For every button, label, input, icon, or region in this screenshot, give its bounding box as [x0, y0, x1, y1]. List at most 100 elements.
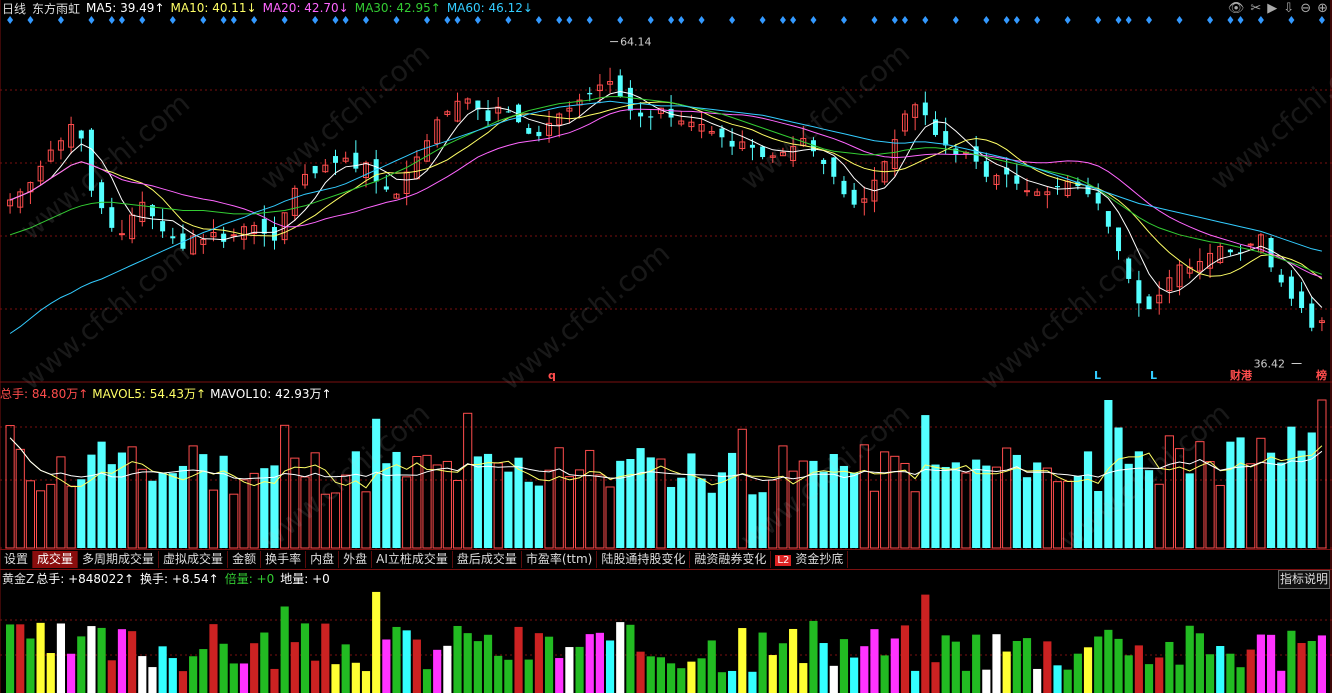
signal-diamond: [230, 16, 237, 24]
indicator-bar: [77, 636, 86, 693]
volume-bar: [626, 459, 635, 548]
indicator-bar: [1317, 635, 1326, 693]
signal-diamond: [118, 16, 125, 24]
candle-body: [505, 111, 511, 113]
volume-bar: [534, 485, 543, 548]
event-marker: L: [1150, 369, 1157, 382]
indicator-bar: [1083, 647, 1093, 693]
volume-bar: [1266, 452, 1276, 548]
indicator-bar: [738, 628, 747, 693]
indicator-bar: [565, 647, 574, 693]
indicator-bar: [178, 671, 188, 693]
volume-bar: [1256, 437, 1266, 549]
tab-margin-change[interactable]: 融资融券变化: [690, 551, 772, 568]
signal-diamond: [983, 16, 990, 24]
volume-bar: [25, 480, 36, 549]
candle-body: [1278, 274, 1284, 283]
volume-bar: [452, 479, 463, 549]
indicator-bar: [453, 625, 462, 693]
indicator-bar: [1175, 664, 1184, 693]
candle-body: [617, 75, 623, 97]
indicator-turnover: 换手: +8.54↑: [140, 571, 219, 586]
indicator-bar: [189, 656, 198, 693]
tab-settings[interactable]: 设置: [0, 551, 34, 568]
l2-badge: L2: [775, 555, 792, 566]
tab-virtual-volume[interactable]: 虚拟成交量: [159, 551, 229, 568]
signal-diamond: [678, 16, 685, 24]
indicator-bar: [697, 658, 706, 693]
indicator-bar: [911, 670, 920, 693]
indicator-bar: [290, 642, 299, 693]
signal-diamond: [251, 16, 258, 24]
volume-bar: [66, 485, 76, 549]
indicator-bar: [463, 633, 472, 693]
tab-inner[interactable]: 内盘: [306, 551, 340, 568]
volume-bar: [432, 464, 442, 549]
tab-outer[interactable]: 外盘: [339, 551, 373, 568]
signal-diamond: [566, 16, 573, 24]
volume-bar: [707, 492, 716, 548]
tab-multi-period-volume[interactable]: 多周期成交量: [78, 551, 160, 568]
indicator-bar: [1155, 657, 1164, 693]
volume-bar: [208, 489, 219, 549]
volume-bar: [1154, 483, 1164, 549]
indicator-bar: [97, 627, 106, 693]
volume-bar: [564, 476, 574, 549]
indicator-bar: [758, 632, 767, 693]
event-marker: 榜: [1316, 368, 1327, 382]
indicator-bar: [1277, 670, 1286, 693]
candle-body: [526, 128, 532, 134]
tab-ai-volume[interactable]: AI立桩成交量: [372, 551, 453, 568]
indicator-bar: [585, 634, 594, 693]
signal-diamond: [891, 16, 898, 24]
candle-body: [1299, 291, 1305, 308]
volume-bar: [15, 448, 25, 549]
signal-diamond: [535, 16, 542, 24]
signal-diamond: [342, 16, 349, 24]
candle-body: [841, 180, 847, 195]
volume-bar: [667, 486, 676, 548]
volume-bar: [148, 480, 157, 548]
indicator-bar: [138, 656, 147, 693]
indicator-bar: [117, 629, 127, 693]
signal-diamond: [1125, 16, 1132, 24]
tab-volume[interactable]: 成交量: [33, 551, 79, 568]
indicator-bar: [1297, 643, 1306, 693]
indicator-bar: [311, 660, 320, 693]
indicator-bar: [687, 661, 696, 693]
volume-bar: [97, 441, 106, 548]
volume-bar: [951, 462, 960, 548]
indicator-bar: [504, 659, 513, 693]
indicator-bar: [555, 658, 564, 693]
tab-hk-connect[interactable]: 陆股通持股变化: [597, 551, 691, 568]
indicator-bar: [351, 662, 360, 693]
price-chart[interactable]: 64.14 36.42 q L L 财港 榜: [0, 0, 1332, 693]
candle-body: [831, 157, 837, 177]
volume-bar: [188, 445, 198, 549]
tab-turnover[interactable]: 换手率: [261, 551, 307, 568]
indicator-bar: [36, 622, 45, 693]
volume-bar: [504, 471, 513, 548]
candle-body: [943, 131, 949, 146]
indicator-tabs: 设置 成交量 多周期成交量 虚拟成交量 金额 换手率 内盘 外盘 AI立桩成交量…: [0, 549, 1332, 570]
signal-diamond: [1207, 16, 1214, 24]
indicator-bar: [1144, 664, 1154, 693]
volume-bar: [36, 490, 46, 549]
tab-fund-bottom[interactable]: L2 资金抄底: [771, 551, 849, 568]
tab-amount[interactable]: 金额: [228, 551, 262, 568]
signal-diamond: [901, 16, 908, 24]
signal-diamond: [139, 16, 146, 24]
volume-bar: [1287, 426, 1296, 548]
volume-bar: [900, 462, 910, 549]
volume-bar: [574, 469, 585, 549]
signal-diamond: [281, 16, 288, 24]
indicator-bar: [1236, 667, 1245, 693]
indicator-explain-button[interactable]: 指标说明: [1278, 570, 1330, 589]
tab-pe-ttm[interactable]: 市盈率(ttm): [522, 551, 598, 568]
volume-bar: [402, 476, 412, 549]
candle-body: [821, 159, 827, 164]
signal-diamond: [27, 16, 34, 24]
indicator-bar: [1073, 653, 1082, 693]
tab-after-hours-volume[interactable]: 盘后成交量: [453, 551, 522, 568]
indicator-bar: [717, 672, 727, 693]
